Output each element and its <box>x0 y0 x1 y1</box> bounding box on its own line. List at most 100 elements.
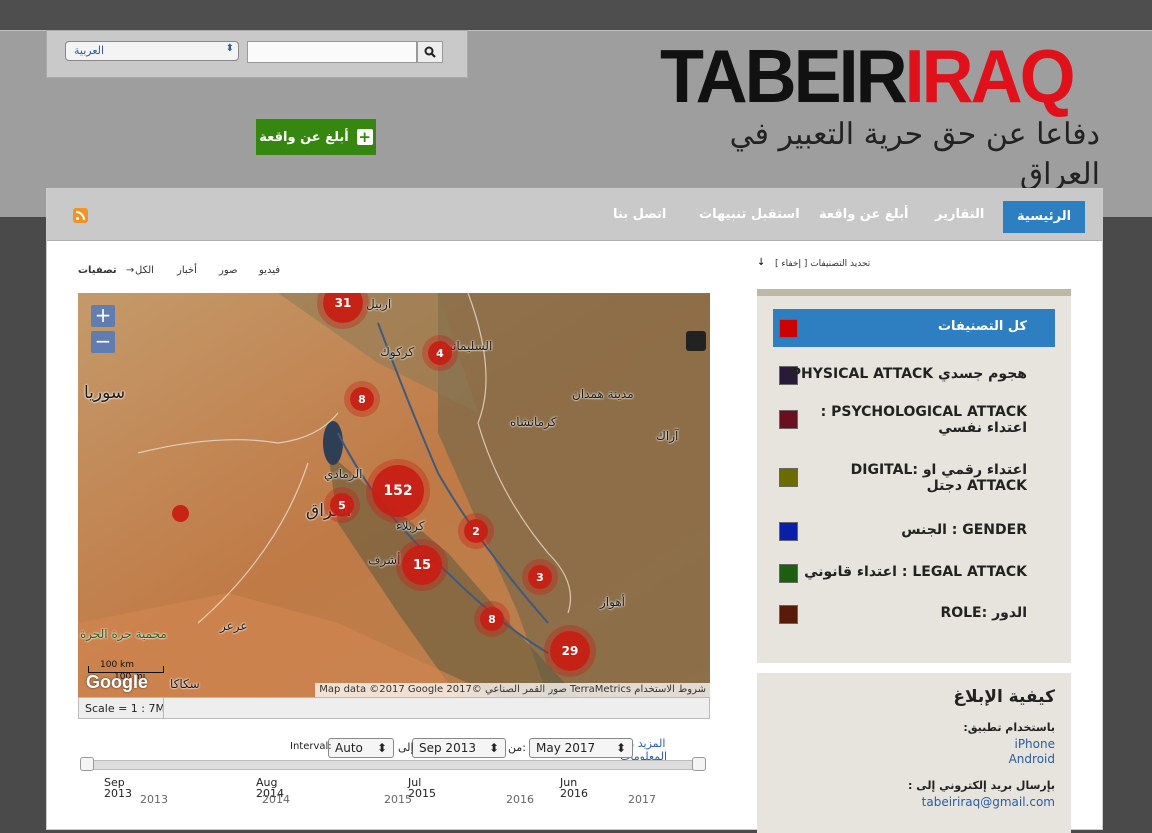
category-all[interactable]: كل التصنيفات <box>773 309 1055 347</box>
interval-value: Auto <box>335 741 363 755</box>
map-marker[interactable] <box>172 505 189 522</box>
map-cluster[interactable]: 29 <box>550 631 590 671</box>
language-select[interactable]: العربية ⬍ <box>65 41 239 61</box>
top-bar <box>0 0 1152 30</box>
categories-toggle[interactable]: [ تحديد التصنيفات [ إخفاء <box>775 259 870 269</box>
filter-photos[interactable]: صور <box>219 265 238 279</box>
slider-handle-start[interactable] <box>80 757 94 771</box>
map-cluster[interactable]: 3 <box>528 565 552 589</box>
map-cluster[interactable]: 8 <box>350 387 374 411</box>
category-label: GENDER : الجنس <box>901 522 1027 538</box>
map-scale-text: Scale = 1 : 7M <box>85 702 165 715</box>
category-role[interactable]: الدور :ROLE <box>773 601 1055 629</box>
category-label: اعتداء رقمي او :DIGITAL ATTACK دجتل <box>850 462 1027 494</box>
category-swatch <box>779 605 798 624</box>
select-arrows-icon: ⬍ <box>225 43 234 54</box>
category-swatch <box>779 319 798 338</box>
plus-icon: + <box>356 128 373 146</box>
map-footer: Scale = 1 : 7M <box>78 697 710 719</box>
interval-select[interactable]: Auto ⬍ <box>328 738 394 758</box>
timeline-panel: المزيد من المعلومات May 2017 ⬍ من: Sep 20… <box>78 729 710 829</box>
rss-icon[interactable] <box>73 208 88 223</box>
site-tagline: دفاعا عن حق حرية التعبير في العراق <box>729 117 1100 192</box>
timeline-tick: Jul 2015 <box>408 776 436 800</box>
to-label: إلى <box>398 741 414 754</box>
map-cluster[interactable]: 2 <box>464 519 488 543</box>
nav-item-report-incident[interactable]: أبلغ عن واقعة <box>819 189 908 240</box>
category-psychological[interactable]: PSYCHOLOGICAL ATTACK : اعتداء نفسي <box>773 402 1055 444</box>
nav-item-alerts[interactable]: استقبل تنبيهات <box>699 189 800 240</box>
report-button-label: أبلغ عن واقعة <box>259 129 349 145</box>
timeline-slider[interactable] <box>84 760 706 770</box>
main-content: الرئيسية التقارير أبلغ عن واقعة استقبل ت… <box>46 188 1103 833</box>
category-physical[interactable]: هجوم جسدي PHYSICAL ATTACK <box>773 362 1055 390</box>
slider-handle-end[interactable] <box>692 757 706 771</box>
select-arrows-icon: ⬍ <box>615 741 626 755</box>
timeline-tick: Sep 2013 <box>104 776 132 800</box>
map-cluster[interactable]: 4 <box>428 341 452 365</box>
filter-news[interactable]: أخبار <box>177 265 197 279</box>
nav-item-reports[interactable]: التقارير <box>935 189 984 240</box>
map-label-kirkuk: كركوك <box>380 345 415 359</box>
from-label: من: <box>508 741 526 754</box>
nav-item-home[interactable]: الرئيسية <box>1003 201 1086 233</box>
divider <box>163 698 164 718</box>
timeline-year: 2016 <box>506 793 534 806</box>
layers-icon[interactable] <box>686 331 706 351</box>
category-swatch <box>779 410 798 429</box>
via-email-label: : بإرسال بريد إلكتروني إلى <box>907 779 1055 792</box>
zoom-in-button[interactable]: + <box>91 305 115 327</box>
category-label: هجوم جسدي PHYSICAL ATTACK <box>790 366 1027 382</box>
timeline-tick: Jun 2016 <box>560 776 588 800</box>
logo-red-text: IRAQ <box>904 35 1076 119</box>
category-gender[interactable]: GENDER : الجنس <box>773 518 1055 546</box>
email-link[interactable]: tabeiriraq@gmail.com <box>922 795 1055 809</box>
search-button[interactable] <box>417 41 443 63</box>
map-cluster[interactable]: 5 <box>330 493 354 517</box>
category-swatch <box>779 564 798 583</box>
map-cluster[interactable]: 15 <box>402 545 442 585</box>
category-legal[interactable]: LEGAL ATTACK : اعتداء قانوني <box>773 560 1055 588</box>
categories-panel: كل التصنيفات هجوم جسدي PHYSICAL ATTACK P… <box>757 289 1071 663</box>
map-label-kermanshah: كرمانشاه <box>510 415 557 429</box>
interval-label: Interval: <box>290 741 332 752</box>
timeline-year: 2015 <box>384 793 412 806</box>
from-date-value: May 2017 <box>536 741 596 755</box>
map-label-ramadi: الرمادي <box>324 467 363 481</box>
category-swatch <box>779 468 798 487</box>
search-input[interactable] <box>247 41 417 63</box>
arrow-icon: → <box>125 265 135 276</box>
category-label: الدور :ROLE <box>940 605 1027 621</box>
map-label-arar: عرعر <box>220 619 248 633</box>
map-label-erbil: اربيل <box>366 297 392 311</box>
android-link[interactable]: Android <box>1009 752 1055 766</box>
map-label-syria: سوريا <box>84 383 126 403</box>
search-icon <box>424 46 436 58</box>
map-label-hamadan: مدينة همدان <box>572 387 634 401</box>
category-digital[interactable]: اعتداء رقمي او :DIGITAL ATTACK دجتل <box>773 460 1055 502</box>
main-nav: الرئيسية التقارير أبلغ عن واقعة استقبل ت… <box>47 189 1102 241</box>
map-label-sakaka: سكاكا <box>170 677 200 691</box>
filter-video[interactable]: فيديو <box>259 265 280 279</box>
category-label: كل التصنيفات <box>937 319 1027 334</box>
incident-map[interactable]: + − سوريا العراق اربيل كركوك السليمانية … <box>78 293 710 697</box>
map-cluster[interactable]: 8 <box>480 607 504 631</box>
iphone-link[interactable]: iPhone <box>1014 737 1055 751</box>
category-label: LEGAL ATTACK : اعتداء قانوني <box>804 564 1027 580</box>
how-to-title: كيفية الإبلاغ <box>953 687 1055 707</box>
site-logo[interactable]: TABEIRIRAQ <box>660 35 1110 119</box>
how-to-report-panel: كيفية الإبلاغ :باستخدام تطبيق iPhone And… <box>757 669 1071 833</box>
from-date-select[interactable]: May 2017 ⬍ <box>529 738 633 758</box>
category-label: PSYCHOLOGICAL ATTACK : اعتداء نفسي <box>820 404 1027 436</box>
map-label-ahvaz: أهواز <box>600 595 625 609</box>
timeline-year: 2014 <box>262 793 290 806</box>
map-label-arak: آراك <box>656 429 679 443</box>
filter-all[interactable]: الكل <box>135 265 154 279</box>
zoom-out-button[interactable]: − <box>91 331 115 353</box>
map-cluster[interactable]: 152 <box>372 465 424 517</box>
nav-item-contact[interactable]: اتصل بنا <box>613 189 666 240</box>
map-attribution[interactable]: Map data ©2017 Google 2017© صور القمر ال… <box>315 683 710 697</box>
to-date-select[interactable]: Sep 2013 ⬍ <box>412 738 506 758</box>
filters-label-group: تصفيات → <box>78 265 140 279</box>
report-incident-button[interactable]: أبلغ عن واقعة + <box>256 119 376 155</box>
